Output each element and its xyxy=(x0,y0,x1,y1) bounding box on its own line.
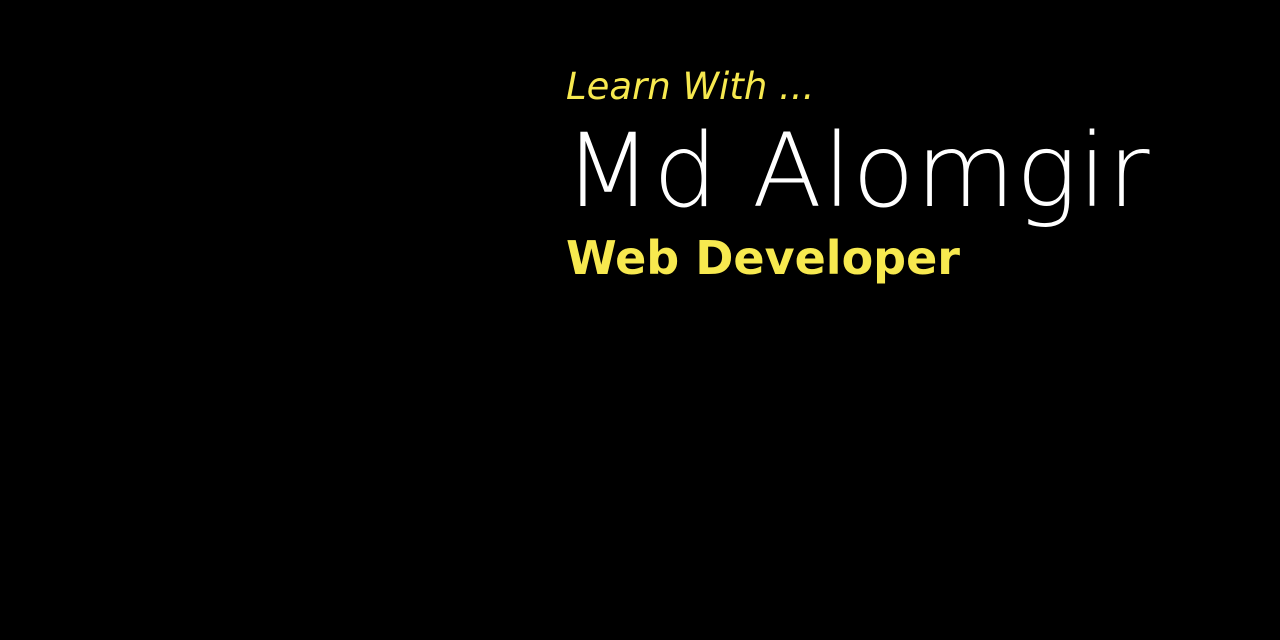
tagline: Learn With ... xyxy=(566,65,815,108)
banner-text-block: Learn With ... Md Alomgir Web Developer xyxy=(564,58,1151,288)
profile-banner: Learn With ... Md Alomgir Web Developer xyxy=(0,0,1280,640)
author-name: Md Alomgir xyxy=(564,112,1151,231)
author-role: Web Developer xyxy=(566,231,960,285)
